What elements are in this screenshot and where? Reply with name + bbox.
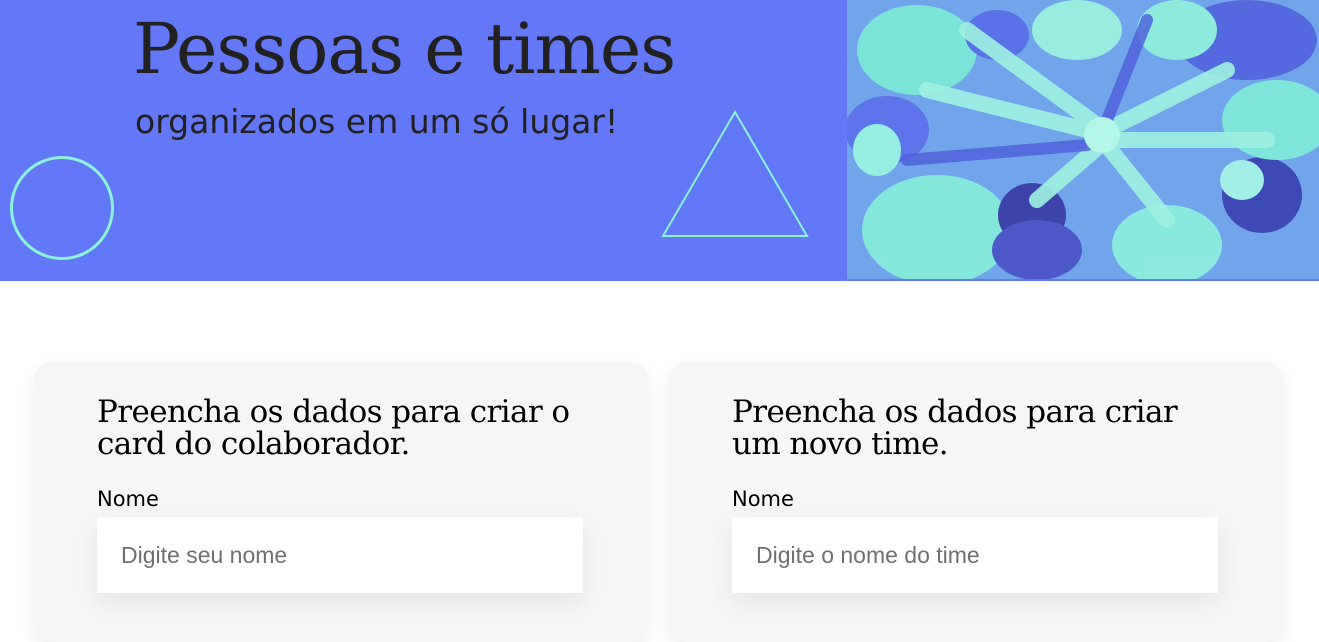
team-form-heading: Preencha os dados para criar um novo tim… (732, 394, 1178, 462)
team-photo (847, 0, 1319, 279)
forms-section: Preencha os dados para criar o card do c… (0, 281, 1319, 642)
decorative-triangle (661, 110, 809, 237)
banner-subtitle: organizados em um só lugar! (135, 102, 619, 141)
team-name-input[interactable] (732, 517, 1218, 593)
banner-title: Pessoas e times (133, 8, 676, 90)
collaborator-name-input[interactable] (97, 517, 583, 593)
team-name-label: Nome (732, 487, 794, 511)
decorative-circle (10, 156, 114, 260)
collaborator-form-heading: Preencha os dados para criar o card do c… (97, 394, 570, 462)
team-form-card: Preencha os dados para criar um novo tim… (669, 362, 1283, 642)
collaborator-form-card: Preencha os dados para criar o card do c… (34, 362, 648, 642)
banner: Pessoas e times organizados em um só lug… (0, 0, 1319, 281)
collaborator-name-label: Nome (97, 487, 159, 511)
